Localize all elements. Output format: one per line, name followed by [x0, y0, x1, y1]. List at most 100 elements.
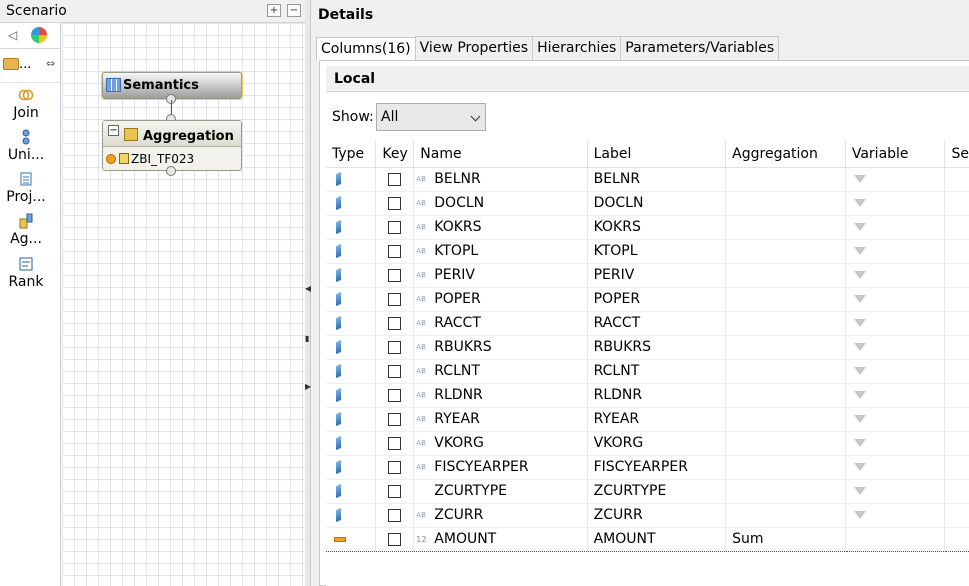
- aggregation-cell[interactable]: [725, 239, 846, 264]
- label-cell[interactable]: ZCURTYPE: [587, 479, 727, 504]
- filter-icon[interactable]: [853, 343, 866, 351]
- aggregation-cell[interactable]: [725, 383, 846, 408]
- filter-icon[interactable]: [853, 487, 866, 495]
- key-checkbox[interactable]: [388, 172, 402, 186]
- variable-cell[interactable]: [845, 431, 946, 456]
- collapse-palette-icon[interactable]: ⇔: [46, 57, 55, 70]
- filter-icon[interactable]: [853, 463, 866, 471]
- variable-cell[interactable]: [845, 215, 946, 240]
- palette-color-icon[interactable]: [31, 27, 47, 43]
- label-cell[interactable]: AMOUNT: [587, 526, 727, 552]
- variable-cell[interactable]: [845, 239, 946, 264]
- semantic-cell[interactable]: [944, 407, 969, 432]
- label-cell[interactable]: POPER: [587, 287, 727, 312]
- palette-item-aggregation[interactable]: Ag...: [0, 213, 52, 247]
- name-cell[interactable]: 12 AMOUNT: [413, 526, 588, 552]
- label-cell[interactable]: BELNR: [587, 167, 727, 192]
- filter-icon[interactable]: [853, 367, 866, 375]
- aggregation-node[interactable]: − Aggregation ZBI_TF023: [102, 120, 242, 171]
- name-cell[interactable]: AB ZCURR: [413, 503, 588, 528]
- key-checkbox[interactable]: [388, 436, 402, 450]
- scenario-canvas[interactable]: Semantics − Aggregation ZBI_TF023: [62, 23, 305, 586]
- name-cell[interactable]: ZCURTYPE: [413, 479, 588, 504]
- column-header-semantic[interactable]: Se: [944, 141, 969, 168]
- semantic-cell[interactable]: [944, 263, 969, 288]
- semantic-cell[interactable]: [944, 479, 969, 504]
- semantic-cell[interactable]: [944, 287, 969, 312]
- semantic-cell[interactable]: [944, 311, 969, 336]
- table-row[interactable]: AB FISCYEARPER FISCYEARPER: [326, 455, 969, 480]
- table-row[interactable]: AB DOCLN DOCLN: [326, 191, 969, 216]
- aggregation-cell[interactable]: [725, 335, 846, 360]
- back-arrow-icon[interactable]: ◁: [8, 28, 17, 42]
- semantic-cell[interactable]: [944, 383, 969, 408]
- label-cell[interactable]: KOKRS: [587, 215, 727, 240]
- filter-icon[interactable]: [853, 511, 866, 519]
- variable-cell[interactable]: [845, 311, 946, 336]
- name-cell[interactable]: AB KOKRS: [413, 215, 588, 240]
- collapse-all-icon[interactable]: −: [287, 4, 301, 17]
- collapse-node-icon[interactable]: −: [108, 125, 119, 136]
- label-cell[interactable]: PERIV: [587, 263, 727, 288]
- semantic-cell[interactable]: [944, 215, 969, 240]
- table-row[interactable]: ZCURTYPE ZCURTYPE: [326, 479, 969, 504]
- label-cell[interactable]: RACCT: [587, 311, 727, 336]
- variable-cell[interactable]: [845, 263, 946, 288]
- name-cell[interactable]: AB DOCLN: [413, 191, 588, 216]
- key-checkbox[interactable]: [388, 460, 402, 474]
- aggregation-cell[interactable]: [725, 455, 846, 480]
- variable-cell[interactable]: [845, 335, 946, 360]
- aggregation-cell[interactable]: [725, 407, 846, 432]
- label-cell[interactable]: RLDNR: [587, 383, 727, 408]
- name-cell[interactable]: AB POPER: [413, 287, 588, 312]
- semantic-cell[interactable]: [944, 239, 969, 264]
- name-cell[interactable]: AB RCLNT: [413, 359, 588, 384]
- variable-cell[interactable]: [845, 526, 946, 552]
- variable-cell[interactable]: [845, 455, 946, 480]
- tab-hierarchies[interactable]: Hierarchies: [532, 36, 622, 60]
- filter-icon[interactable]: [853, 247, 866, 255]
- table-row[interactable]: AB ZCURR ZCURR: [326, 503, 969, 528]
- semantic-cell[interactable]: [944, 431, 969, 456]
- aggregation-cell[interactable]: [725, 191, 846, 216]
- show-filter-dropdown[interactable]: All: [376, 103, 486, 131]
- column-header-type[interactable]: Type: [326, 141, 377, 168]
- variable-cell[interactable]: [845, 383, 946, 408]
- aggregation-cell[interactable]: [725, 263, 846, 288]
- key-checkbox[interactable]: [388, 484, 402, 498]
- filter-icon[interactable]: [853, 319, 866, 327]
- aggregation-cell[interactable]: [725, 359, 846, 384]
- name-cell[interactable]: AB FISCYEARPER: [413, 455, 588, 480]
- aggregation-cell[interactable]: [725, 167, 846, 192]
- column-header-key[interactable]: Key: [375, 141, 415, 168]
- aggregation-source[interactable]: ZBI_TF023: [106, 152, 194, 166]
- name-cell[interactable]: AB KTOPL: [413, 239, 588, 264]
- aggregation-input-port[interactable]: [166, 166, 176, 176]
- column-header-name[interactable]: Name: [413, 141, 588, 168]
- key-checkbox[interactable]: [388, 388, 402, 402]
- key-checkbox[interactable]: [388, 268, 402, 282]
- aggregation-cell[interactable]: [725, 287, 846, 312]
- filter-icon[interactable]: [853, 175, 866, 183]
- table-row[interactable]: AB RACCT RACCT: [326, 311, 969, 336]
- variable-cell[interactable]: [845, 167, 946, 192]
- label-cell[interactable]: VKORG: [587, 431, 727, 456]
- aggregation-cell[interactable]: Sum: [725, 526, 846, 552]
- table-row[interactable]: AB RLDNR RLDNR: [326, 383, 969, 408]
- key-checkbox[interactable]: [388, 220, 402, 234]
- filter-icon[interactable]: [853, 271, 866, 279]
- variable-cell[interactable]: [845, 359, 946, 384]
- aggregation-cell[interactable]: [725, 215, 846, 240]
- label-cell[interactable]: RBUKRS: [587, 335, 727, 360]
- filter-icon[interactable]: [853, 295, 866, 303]
- semantic-cell[interactable]: [944, 526, 969, 552]
- filter-icon[interactable]: [853, 439, 866, 447]
- variable-cell[interactable]: [845, 407, 946, 432]
- table-row[interactable]: AB PERIV PERIV: [326, 263, 969, 288]
- semantic-cell[interactable]: [944, 503, 969, 528]
- key-checkbox[interactable]: [388, 412, 402, 426]
- label-cell[interactable]: RCLNT: [587, 359, 727, 384]
- label-cell[interactable]: DOCLN: [587, 191, 727, 216]
- name-cell[interactable]: AB RLDNR: [413, 383, 588, 408]
- filter-icon[interactable]: [853, 391, 866, 399]
